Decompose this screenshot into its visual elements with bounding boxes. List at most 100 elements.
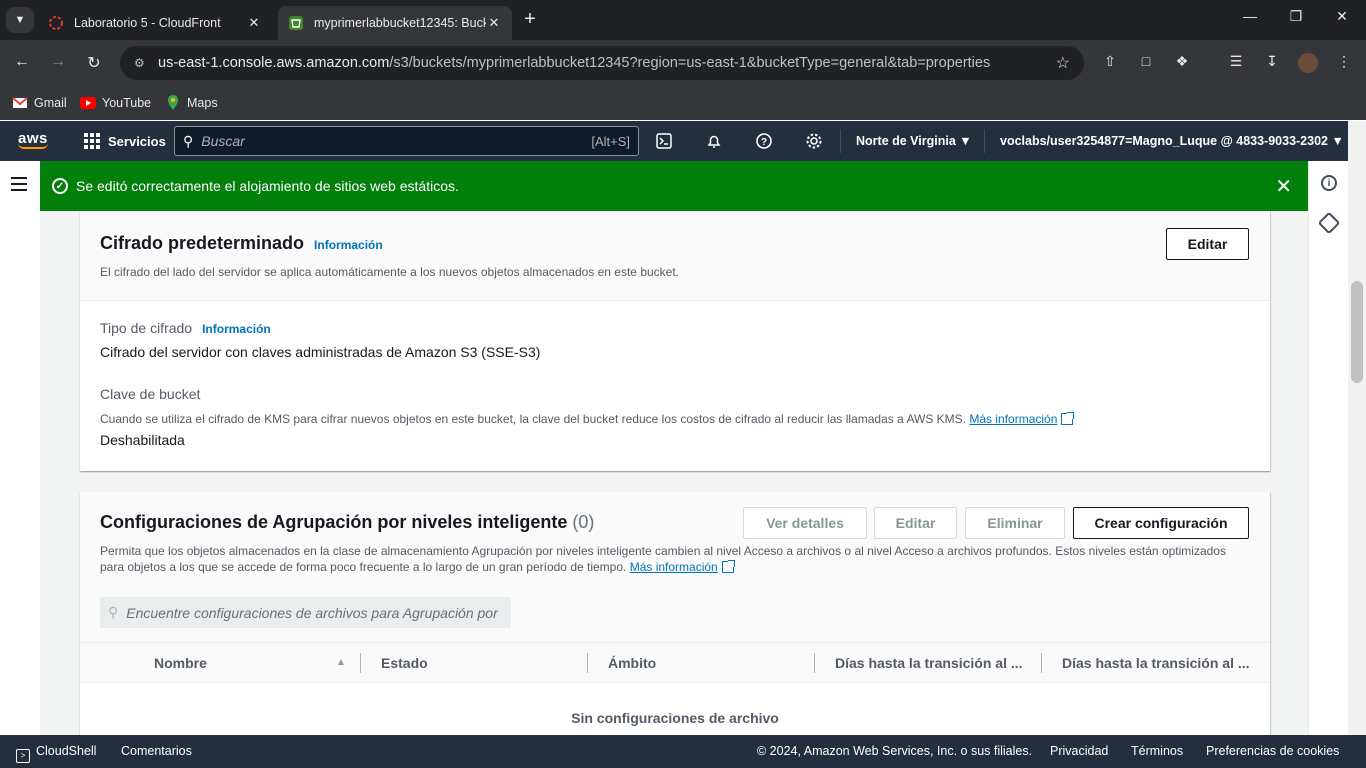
close-icon[interactable]: ✕ (1275, 174, 1292, 199)
delete-button[interactable]: Eliminar (965, 507, 1065, 539)
account-label: voclabs/user3254877=Magno_Luque @ 4833-9… (1000, 134, 1328, 148)
column-name[interactable]: Nombre (154, 655, 207, 671)
left-sidebar (0, 161, 40, 735)
close-window-icon[interactable]: ✕ (1332, 8, 1352, 25)
encryption-description: El cifrado del lado del servidor se apli… (100, 265, 680, 279)
youtube-icon (80, 96, 96, 110)
services-label: Servicios (108, 133, 166, 149)
caret-down-icon: ▼ (1331, 134, 1344, 148)
external-link-icon (1061, 412, 1075, 425)
column-status[interactable]: Estado (381, 655, 428, 671)
tiering-count: (0) (572, 512, 595, 532)
browser-tab-strip: ▼ Laboratorio 5 - CloudFront ✕ myprimerl… (0, 0, 1366, 40)
s3-bucket-icon (288, 15, 304, 31)
create-configuration-button[interactable]: Crear configuración (1073, 507, 1249, 539)
caret-down-icon: ▼ (959, 134, 972, 148)
tab-bucket[interactable]: myprimerlabbucket12345: Buck ✕ (278, 6, 512, 40)
main-content: Cifrado predeterminado Información El cif… (40, 211, 1308, 735)
extensions-puzzle-icon[interactable]: ❖ (1172, 53, 1192, 70)
bucket-key-description: Cuando se utiliza el cifrado de KMS para… (100, 411, 1075, 427)
bookmarks-bar: Gmail YouTube Maps (0, 86, 1366, 120)
bookmark-star-icon[interactable]: ☆ (1056, 53, 1070, 73)
empty-state-text: Sin configuraciones de archivo (571, 710, 779, 726)
edit-encryption-button[interactable]: Editar (1166, 228, 1249, 260)
aws-search-input[interactable]: ⚲ Buscar [Alt+S] (174, 126, 639, 156)
help-icon[interactable]: ? (754, 132, 774, 150)
cookie-preferences-link[interactable]: Preferencias de cookies (1206, 744, 1339, 758)
site-info-icon[interactable]: ⚙ (134, 56, 156, 70)
region-selector[interactable]: Norte de Virginia ▼ (856, 134, 972, 148)
download-icon[interactable]: ↧ (1262, 53, 1282, 70)
search-shortcut: [Alt+S] (591, 133, 630, 149)
tab-title: Laboratorio 5 - CloudFront (74, 16, 221, 30)
chrome-menu-icon[interactable]: ⋮ (1334, 53, 1354, 70)
bookmark-youtube[interactable]: YouTube (80, 93, 151, 113)
close-tab-icon[interactable]: ✕ (246, 15, 262, 31)
profile-avatar[interactable] (1298, 53, 1318, 73)
search-icon: ⚲ (183, 132, 194, 149)
tiering-title: Configuraciones de Agrupación por nivele… (100, 512, 568, 532)
extension-icon[interactable]: ⇧ (1100, 53, 1120, 70)
cloudshell-icon[interactable] (654, 132, 674, 150)
encryption-title: Cifrado predeterminado (100, 233, 305, 253)
close-tab-icon[interactable]: ✕ (486, 15, 502, 31)
reader-icon[interactable]: □ (1136, 53, 1156, 69)
panel-header: Configuraciones de Agrupación por nivele… (80, 492, 1270, 642)
restore-icon[interactable]: ❐ (1286, 8, 1306, 25)
table-header: Nombre ▲ Estado Ámbito Días hasta la tra… (80, 642, 1270, 683)
edit-button[interactable]: Editar (874, 507, 957, 539)
bookmark-maps[interactable]: Maps (165, 93, 218, 113)
sort-ascending-icon[interactable]: ▲ (336, 657, 346, 668)
address-toolbar: ← → ↻ ⚙ us-east-1.console.aws.amazon.com… (0, 40, 1366, 86)
info-panel-icon[interactable]: i (1321, 175, 1337, 191)
settings-gear-icon[interactable] (804, 132, 824, 150)
reload-icon[interactable]: ↻ (84, 53, 104, 73)
services-menu-button[interactable]: Servicios (84, 133, 166, 149)
tab-laboratorio[interactable]: Laboratorio 5 - CloudFront ✕ (38, 6, 272, 40)
column-days-deep-archive[interactable]: Días hasta la transición al ... (1062, 655, 1250, 671)
notifications-bell-icon[interactable] (704, 132, 724, 150)
bucket-key-value: Deshabilitada (100, 432, 185, 448)
maps-icon (165, 95, 181, 110)
privacy-link[interactable]: Privacidad (1050, 744, 1108, 758)
aws-logo[interactable]: aws (18, 130, 48, 149)
column-days-archive[interactable]: Días hasta la transición al ... (835, 655, 1023, 671)
filter-placeholder: Encuentre configuraciones de archivos pa… (126, 604, 498, 621)
view-details-button[interactable]: Ver detalles (743, 507, 867, 539)
new-tab-icon[interactable]: + (520, 8, 540, 31)
url-host: us-east-1.console.aws.amazon.com (158, 55, 390, 71)
info-link[interactable]: Información (202, 322, 271, 336)
forward-icon[interactable]: → (48, 53, 68, 71)
grid-icon (84, 133, 100, 149)
info-link[interactable]: Información (314, 238, 383, 252)
back-icon[interactable]: ← (12, 53, 32, 71)
flash-message: Se editó correctamente el alojamiento de… (76, 178, 459, 194)
tab-search-button[interactable]: ▼ (6, 7, 34, 33)
minimize-icon[interactable]: — (1240, 8, 1260, 24)
more-info-link[interactable]: Más información (969, 412, 1057, 426)
panel-header: Cifrado predeterminado Información El cif… (80, 211, 1270, 301)
bookmark-gmail[interactable]: Gmail (12, 93, 67, 113)
intelligent-tiering-panel: Configuraciones de Agrupación por nivele… (80, 492, 1270, 735)
url-path: /s3/buckets/myprimerlabbucket12345?regio… (389, 55, 991, 71)
scrollbar-thumb[interactable] (1351, 281, 1363, 383)
terms-link[interactable]: Términos (1131, 744, 1183, 758)
feedback-icon[interactable] (1317, 211, 1341, 235)
search-icon: ⚲ (108, 604, 119, 620)
page-scrollbar[interactable] (1348, 121, 1366, 735)
media-controls-icon[interactable]: ☰ (1226, 53, 1246, 70)
region-label: Norte de Virginia (856, 134, 956, 148)
aws-academy-icon (48, 15, 64, 31)
cloudshell-button[interactable]: > CloudShell (16, 744, 96, 763)
column-scope[interactable]: Ámbito (608, 655, 656, 671)
more-info-link[interactable]: Más información (630, 560, 718, 574)
bookmark-label: YouTube (102, 96, 152, 110)
url-bar[interactable]: ⚙ us-east-1.console.aws.amazon.com/s3/bu… (120, 46, 1084, 80)
cloudshell-label: CloudShell (36, 744, 97, 758)
panel-title: Configuraciones de Agrupación por nivele… (100, 512, 594, 533)
filter-input[interactable]: ⚲ Encuentre configuraciones de archivos … (100, 597, 511, 628)
feedback-link[interactable]: Comentarios (121, 744, 192, 758)
hamburger-menu-icon[interactable] (11, 177, 27, 195)
account-menu[interactable]: voclabs/user3254877=Magno_Luque @ 4833-9… (1000, 134, 1344, 148)
aws-top-nav: aws Servicios ⚲ Buscar [Alt+S] ? Norte d… (0, 121, 1348, 161)
